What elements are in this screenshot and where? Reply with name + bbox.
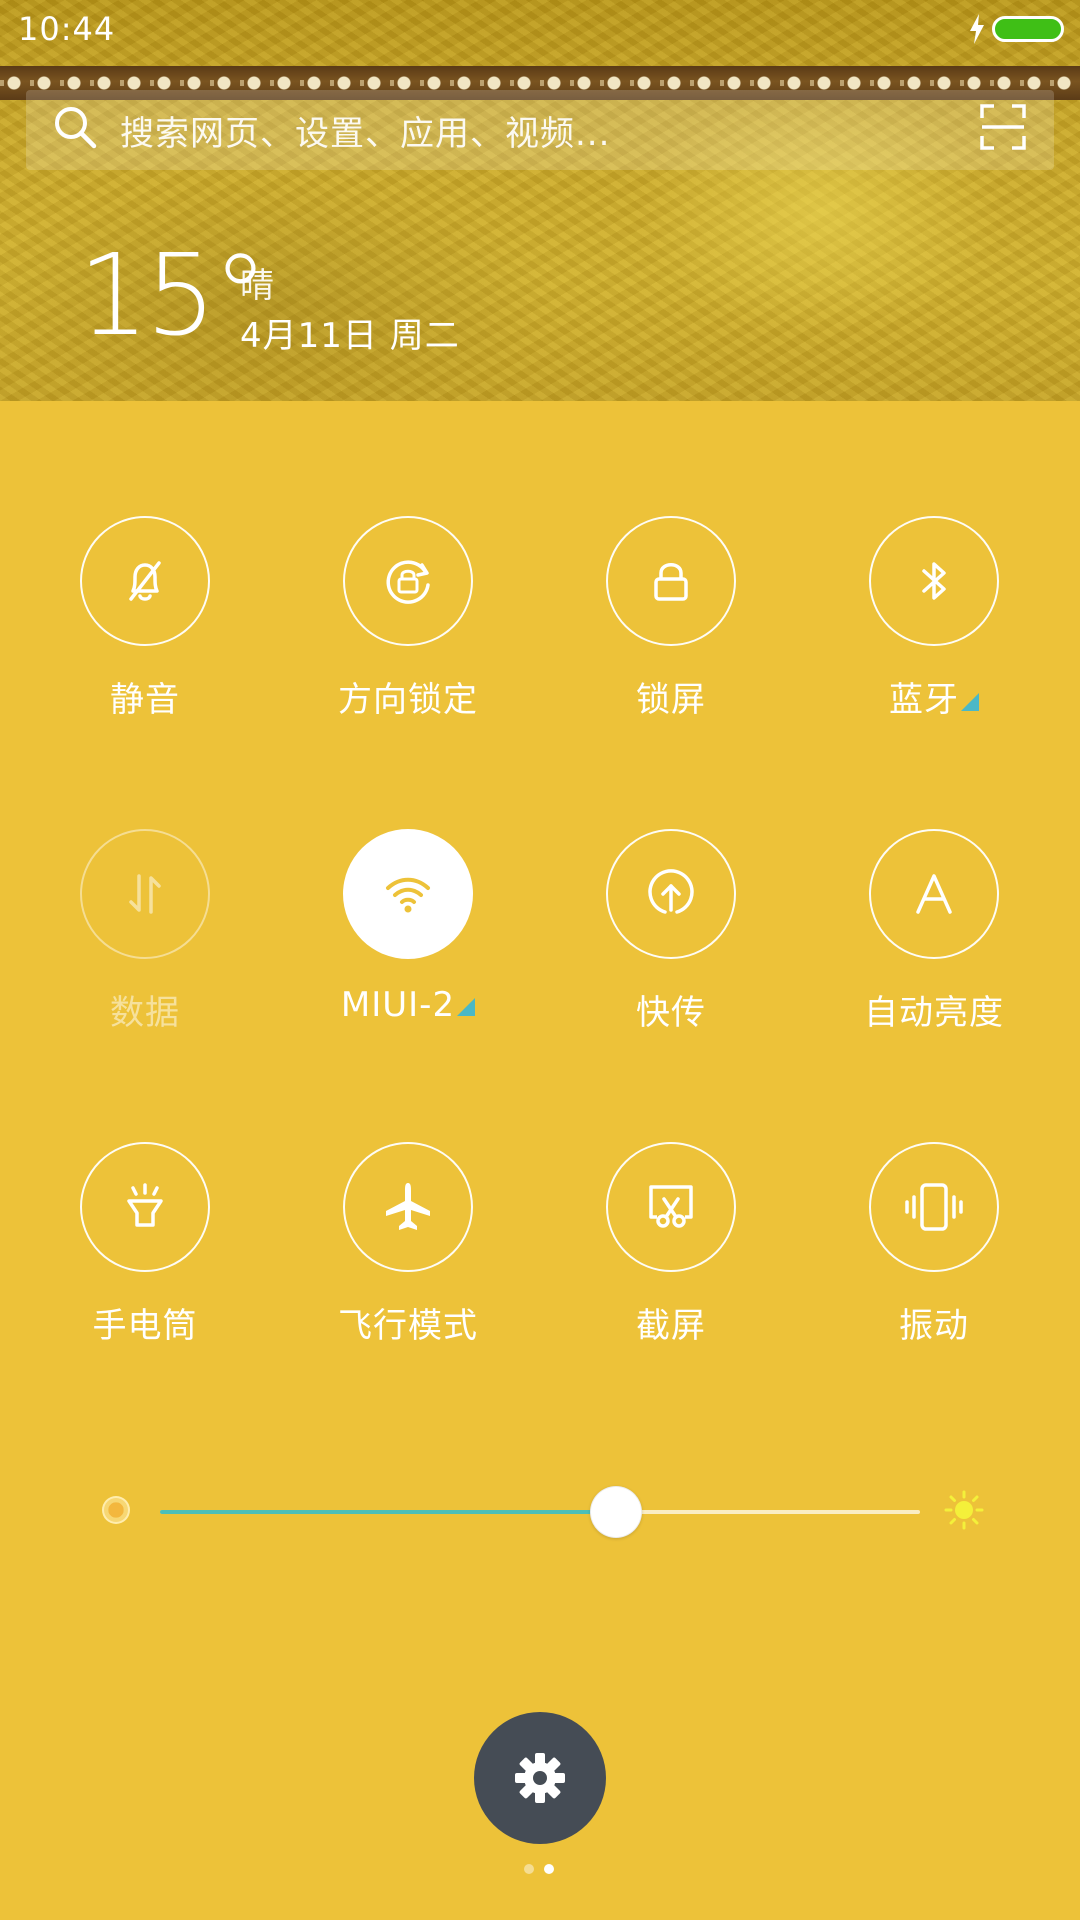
toggle-auto-brightness-label: 自动亮度 — [864, 993, 1004, 1033]
battery-icon — [992, 16, 1064, 42]
page-indicator-dot — [524, 1864, 534, 1874]
vibrate-icon — [905, 1183, 963, 1231]
toggle-airplane-label: 飞行模式 — [338, 1306, 478, 1346]
auto-brightness-icon — [916, 874, 952, 914]
quick-share-icon — [648, 869, 694, 914]
toggle-vibrate[interactable]: 振动 — [834, 1142, 1034, 1362]
search-placeholder: 搜索网页、设置、应用、视频... — [120, 114, 611, 154]
screenshot-icon — [649, 1185, 693, 1228]
toggle-lock-screen[interactable]: 锁屏 — [571, 516, 771, 736]
wifi-icon — [386, 877, 430, 913]
toggle-vibrate-label: 振动 — [899, 1306, 969, 1346]
toggle-airplane[interactable]: 飞行模式 — [308, 1142, 508, 1362]
airplane-icon — [386, 1183, 430, 1230]
toggle-rotation-lock-button[interactable] — [343, 516, 473, 646]
toggle-wifi-button[interactable] — [343, 829, 473, 959]
toggle-mobile-data-button[interactable] — [80, 829, 210, 959]
toggle-bluetooth-label: 蓝牙 — [814, 672, 1054, 721]
toggle-auto-brightness[interactable]: 自动亮度 — [834, 829, 1034, 1049]
toggle-vibrate-button[interactable] — [869, 1142, 999, 1272]
brightness-slider-thumb[interactable] — [590, 1486, 642, 1538]
settings-button[interactable] — [474, 1712, 606, 1844]
gear-icon — [515, 1753, 565, 1803]
toggle-wifi-label: MIUI-2 — [288, 985, 528, 1025]
toggle-bluetooth[interactable]: 蓝牙 — [834, 516, 1034, 736]
bell-off-icon — [129, 561, 161, 601]
data-arrows-icon — [129, 874, 161, 914]
rotation-lock-icon — [386, 560, 430, 604]
toggle-bluetooth-button[interactable] — [869, 516, 999, 646]
more-options-indicator — [961, 693, 979, 711]
brightness-low-icon — [102, 1496, 130, 1524]
date-text: 4月11日 周二 — [240, 316, 460, 356]
brightness-slider-fill — [160, 1510, 616, 1514]
toggle-silent[interactable]: 静音 — [45, 516, 245, 736]
brightness-high-icon — [944, 1490, 984, 1530]
brightness-slider[interactable] — [160, 1486, 920, 1538]
toggle-silent-label: 静音 — [110, 680, 180, 720]
toggle-screenshot-button[interactable] — [606, 1142, 736, 1272]
search-icon — [55, 107, 97, 149]
status-time: 10:44 — [18, 10, 116, 48]
toggle-screenshot[interactable]: 截屏 — [571, 1142, 771, 1362]
toggle-auto-brightness-button[interactable] — [869, 829, 999, 959]
weather-temperature[interactable]: 15° — [78, 240, 269, 352]
toggle-quick-share[interactable]: 快传 — [571, 829, 771, 1049]
toggle-airplane-button[interactable] — [343, 1142, 473, 1272]
toggle-wifi[interactable]: MIUI-2 — [308, 829, 508, 1049]
weather-condition: 晴 — [240, 266, 274, 306]
toggle-quick-share-button[interactable] — [606, 829, 736, 959]
toggle-silent-button[interactable] — [80, 516, 210, 646]
toggle-mobile-data[interactable]: 数据 — [45, 829, 245, 1049]
scan-icon[interactable] — [978, 102, 1028, 152]
bluetooth-icon — [922, 562, 946, 600]
charging-icon — [970, 14, 984, 44]
page-indicator-dot-active — [544, 1864, 554, 1874]
control-center: 10:44 搜索网页、设置、应用、视频... 15° 晴 4月11日 周二 静音 — [0, 0, 1080, 1920]
toggle-rotation-lock[interactable]: 方向锁定 — [308, 516, 508, 736]
search-bar[interactable]: 搜索网页、设置、应用、视频... — [26, 90, 1054, 170]
toggle-mobile-data-label: 数据 — [110, 993, 180, 1033]
lock-icon — [654, 563, 688, 601]
toggle-quick-share-label: 快传 — [636, 993, 706, 1033]
toggle-screenshot-label: 截屏 — [636, 1306, 706, 1346]
toggle-rotation-lock-label: 方向锁定 — [338, 680, 478, 720]
toggle-lock-screen-label: 锁屏 — [636, 680, 706, 720]
toggle-flashlight-label: 手电筒 — [92, 1306, 198, 1346]
flashlight-icon — [127, 1183, 163, 1227]
toggle-lock-screen-button[interactable] — [606, 516, 736, 646]
toggle-flashlight-button[interactable] — [80, 1142, 210, 1272]
more-options-indicator — [457, 998, 476, 1016]
toggle-flashlight[interactable]: 手电筒 — [45, 1142, 245, 1362]
